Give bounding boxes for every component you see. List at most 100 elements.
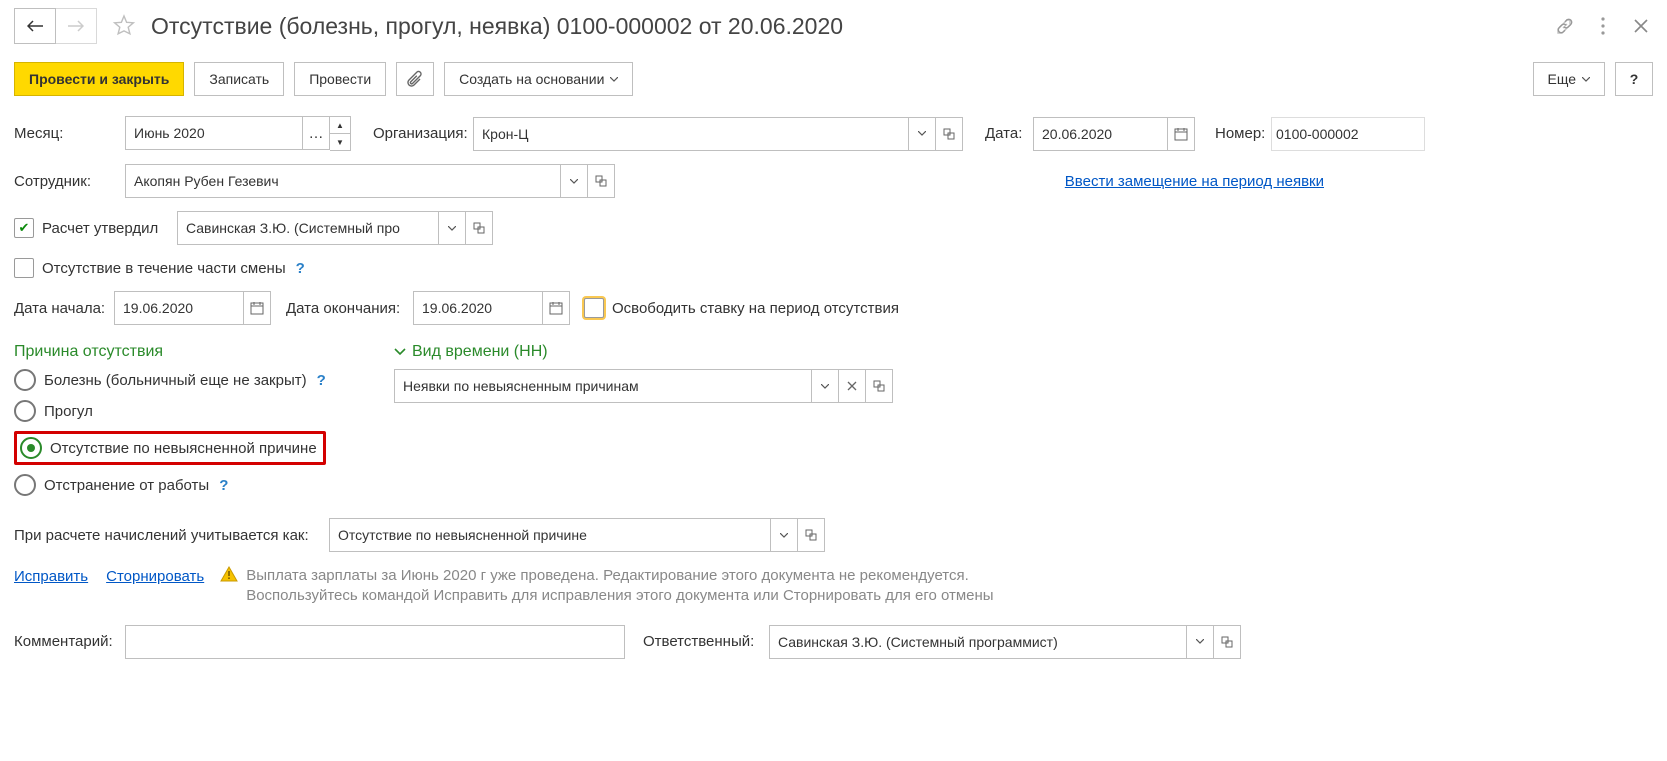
organization-label: Организация: [373, 125, 473, 142]
more-button[interactable]: Еще [1533, 62, 1606, 96]
open-icon [943, 128, 955, 140]
more-label: Еще [1548, 71, 1577, 87]
counted-as-open-button[interactable] [798, 518, 825, 552]
start-date-label: Дата начала: [14, 300, 114, 317]
write-button[interactable]: Записать [194, 62, 284, 96]
release-position-label: Освободить ставку на период отсутствия [612, 300, 899, 317]
employee-input[interactable] [125, 164, 561, 198]
end-date-input[interactable] [413, 291, 543, 325]
calc-approved-checkbox[interactable] [14, 218, 34, 238]
time-kind-title-label: Вид времени (НН) [412, 343, 548, 361]
post-button[interactable]: Провести [294, 62, 386, 96]
responsible-open-button[interactable] [1214, 625, 1241, 659]
time-kind-clear-button[interactable] [839, 369, 866, 403]
reason-section-title: Причина отсутствия [14, 343, 354, 361]
nav-forward-button [56, 8, 97, 44]
employee-dropdown-button[interactable] [561, 164, 588, 198]
time-kind-open-button[interactable] [866, 369, 893, 403]
number-input[interactable] [1271, 117, 1425, 151]
attachment-button[interactable] [396, 62, 434, 96]
responsible-dropdown-button[interactable] [1187, 625, 1214, 659]
paperclip-icon [407, 70, 423, 88]
fix-link[interactable]: Исправить [14, 568, 88, 585]
month-down-button[interactable]: ▼ [330, 134, 351, 151]
caret-down-icon [570, 179, 578, 184]
calendar-icon [250, 301, 264, 315]
calendar-icon [549, 301, 563, 315]
organization-input[interactable] [473, 117, 909, 151]
counted-as-label: При расчете начислений учитывается как: [14, 527, 329, 544]
create-based-on-button[interactable]: Создать на основании [444, 62, 633, 96]
reverse-link[interactable]: Сторнировать [106, 568, 204, 585]
responsible-label: Ответственный: [643, 633, 769, 650]
kebab-menu-icon[interactable] [1591, 14, 1615, 38]
reason-suspension-label: Отстранение от работы [44, 477, 209, 494]
month-label: Месяц: [14, 125, 125, 142]
warning-text-line1: Выплата зарплаты за Июнь 2020 г уже пров… [246, 566, 993, 586]
month-select-button[interactable] [303, 116, 330, 150]
caret-down-icon [448, 226, 456, 231]
caret-down-icon [610, 77, 618, 82]
approved-by-open-button[interactable] [466, 211, 493, 245]
arrow-right-icon [68, 20, 84, 32]
clear-icon [847, 381, 857, 391]
partial-shift-help-icon[interactable]: ? [296, 260, 305, 277]
date-calendar-button[interactable] [1168, 117, 1195, 151]
approved-by-input[interactable] [177, 211, 439, 245]
counted-as-dropdown-button[interactable] [771, 518, 798, 552]
open-icon [1221, 636, 1233, 648]
responsible-input[interactable] [769, 625, 1187, 659]
comment-input[interactable] [125, 625, 625, 659]
release-position-checkbox[interactable] [584, 298, 604, 318]
reason-illness-help-icon[interactable]: ? [317, 372, 326, 389]
warning-text-line2: Воспользуйтесь командой Исправить для ис… [246, 586, 993, 606]
start-date-input[interactable] [114, 291, 244, 325]
close-icon [1634, 19, 1648, 33]
counted-as-input[interactable] [329, 518, 771, 552]
reason-absenteeism-label: Прогул [44, 403, 93, 420]
open-icon [595, 175, 607, 187]
reason-illness-label: Болезнь (больничный еще не закрыт) [44, 372, 307, 389]
chevron-down-icon [394, 348, 406, 356]
reason-unknown-label: Отсутствие по невыясненной причине [50, 440, 317, 457]
time-kind-input[interactable] [394, 369, 812, 403]
reason-illness-radio[interactable] [14, 369, 36, 391]
calendar-icon [1174, 127, 1188, 141]
post-and-close-button[interactable]: Провести и закрыть [14, 62, 184, 96]
caret-down-icon [1196, 639, 1204, 644]
month-input[interactable] [125, 116, 303, 150]
start-date-calendar-button[interactable] [244, 291, 271, 325]
time-kind-dropdown-button[interactable] [812, 369, 839, 403]
caret-down-icon [780, 533, 788, 538]
arrow-left-icon [27, 20, 43, 32]
date-input[interactable] [1033, 117, 1168, 151]
month-up-button[interactable]: ▲ [330, 116, 351, 134]
employee-label: Сотрудник: [14, 173, 125, 190]
calc-approved-label: Расчет утвердил [42, 220, 177, 237]
nav-back-button[interactable] [14, 8, 56, 44]
reason-absenteeism-radio[interactable] [14, 400, 36, 422]
create-based-on-label: Создать на основании [459, 71, 604, 87]
caret-down-icon [821, 384, 829, 389]
help-button[interactable]: ? [1615, 62, 1653, 96]
substitution-link[interactable]: Ввести замещение на период неявки [1065, 173, 1324, 190]
organization-open-button[interactable] [936, 117, 963, 151]
date-label: Дата: [985, 125, 1033, 142]
caret-down-icon [1582, 77, 1590, 82]
organization-dropdown-button[interactable] [909, 117, 936, 151]
partial-shift-checkbox[interactable] [14, 258, 34, 278]
partial-shift-label: Отсутствие в течение части смены [42, 260, 286, 277]
comment-label: Комментарий: [14, 633, 125, 650]
reason-suspension-help-icon[interactable]: ? [219, 477, 228, 494]
link-icon[interactable] [1553, 14, 1577, 38]
favorite-star-icon[interactable] [107, 9, 141, 43]
approved-by-dropdown-button[interactable] [439, 211, 466, 245]
page-title: Отсутствие (болезнь, прогул, неявка) 010… [151, 13, 843, 40]
reason-suspension-radio[interactable] [14, 474, 36, 496]
reason-unknown-radio[interactable] [20, 437, 42, 459]
employee-open-button[interactable] [588, 164, 615, 198]
close-button[interactable] [1629, 14, 1653, 38]
time-kind-section-title[interactable]: Вид времени (НН) [394, 343, 893, 361]
warning-icon [220, 566, 238, 607]
end-date-calendar-button[interactable] [543, 291, 570, 325]
